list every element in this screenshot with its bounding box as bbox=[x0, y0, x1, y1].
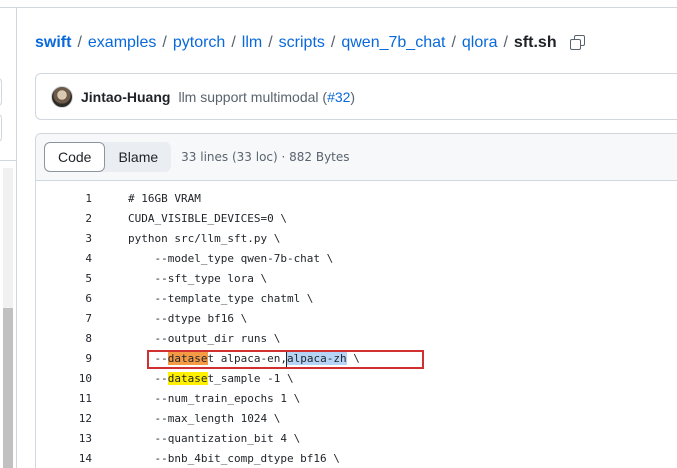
top-header-band bbox=[0, 0, 677, 8]
commit-author[interactable]: Jintao-Huang bbox=[81, 89, 170, 105]
line-number[interactable]: 1 bbox=[36, 189, 92, 209]
code-text: t alpaca-en, bbox=[207, 352, 287, 365]
breadcrumb-separator: / bbox=[162, 34, 167, 51]
breadcrumb-separator: / bbox=[330, 34, 336, 51]
code-line: 13 --quantization_bit 4 \ bbox=[36, 429, 677, 449]
code-line: 8 --output_dir runs \ bbox=[36, 329, 677, 349]
commit-message-text[interactable]: llm support multimodal ( bbox=[178, 89, 327, 105]
breadcrumb-item-scripts[interactable]: scripts bbox=[279, 34, 325, 52]
breadcrumb-separator: / bbox=[503, 34, 508, 51]
code-line: 3 python src/llm_sft.py \ bbox=[36, 229, 677, 249]
tab-blame[interactable]: Blame bbox=[105, 142, 171, 172]
line-number[interactable]: 7 bbox=[36, 309, 92, 329]
line-content: CUDA_VISIBLE_DEVICES=0 \ bbox=[128, 212, 287, 225]
commit-message-end: ) bbox=[350, 88, 356, 105]
breadcrumb-separator: / bbox=[268, 34, 273, 51]
line-content: --template_type chatml \ bbox=[128, 292, 314, 305]
line-number[interactable]: 8 bbox=[36, 329, 92, 349]
code-line: 6 --template_type chatml \ bbox=[36, 289, 677, 309]
copy-path-icon[interactable] bbox=[569, 34, 587, 52]
code-line: 10 --dataset_sample -1 \ bbox=[36, 369, 677, 389]
code-line: 4 --model_type qwen-7b-chat \ bbox=[36, 249, 677, 269]
code-line: 11 --num_train_epochs 1 \ bbox=[36, 389, 677, 409]
code-text: t_sample -1 \ bbox=[207, 372, 294, 385]
view-toggle: Code Blame bbox=[44, 142, 172, 172]
line-number[interactable]: 2 bbox=[36, 209, 92, 229]
breadcrumb-item-qlora[interactable]: qlora bbox=[462, 34, 498, 52]
line-content: --dataset alpaca-en,alpaca-zh \ bbox=[128, 349, 360, 369]
breadcrumb-item-pytorch[interactable]: pytorch bbox=[173, 34, 225, 52]
breadcrumb-item-examples[interactable]: examples bbox=[88, 34, 156, 52]
latest-commit-bar: Jintao-Huang llm support multimodal (#32… bbox=[35, 73, 677, 120]
code-line: 1 # 16GB VRAM bbox=[36, 189, 677, 209]
text-selection: alpaca-zh bbox=[286, 352, 347, 365]
line-number[interactable]: 3 bbox=[36, 229, 92, 249]
search-match: datase bbox=[167, 352, 208, 365]
line-number[interactable]: 12 bbox=[36, 409, 92, 429]
file-meta: 33 lines (33 loc) · 882 Bytes bbox=[181, 150, 350, 164]
divider bbox=[0, 160, 17, 161]
breadcrumb-separator: / bbox=[77, 34, 82, 51]
code-text: -- bbox=[128, 372, 168, 385]
line-content: --quantization_bit 4 \ bbox=[128, 432, 301, 445]
left-sidebar-edge bbox=[0, 8, 17, 468]
code-line: 9 --dataset alpaca-en,alpaca-zh \ bbox=[36, 349, 677, 369]
breadcrumb-current-file: sft.sh bbox=[513, 34, 557, 51]
code-line: 7 --dtype bf16 \ bbox=[36, 309, 677, 329]
line-number[interactable]: 13 bbox=[36, 429, 92, 449]
code-text: -- bbox=[128, 352, 168, 365]
tab-code[interactable]: Code bbox=[44, 142, 106, 172]
code-line: 2 CUDA_VISIBLE_DEVICES=0 \ bbox=[36, 209, 677, 229]
breadcrumb-separator: / bbox=[231, 34, 236, 51]
breadcrumb-separator: / bbox=[451, 34, 456, 51]
line-content: --output_dir runs \ bbox=[128, 332, 281, 345]
file-header: Code Blame 33 lines (33 loc) · 882 Bytes bbox=[36, 134, 677, 181]
code-text: \ bbox=[346, 352, 360, 365]
line-number[interactable]: 4 bbox=[36, 249, 92, 269]
line-number[interactable]: 11 bbox=[36, 389, 92, 409]
code-line: 5 --sft_type lora \ bbox=[36, 269, 677, 289]
line-content: # 16GB VRAM bbox=[128, 192, 201, 205]
breadcrumb-item-qwen-7b-chat[interactable]: qwen_7b_chat bbox=[341, 34, 445, 52]
breadcrumb-item-llm[interactable]: llm bbox=[242, 34, 262, 52]
scrollbar-thumb[interactable] bbox=[3, 308, 13, 468]
commit-pr-link[interactable]: #32 bbox=[327, 89, 350, 105]
avatar[interactable] bbox=[51, 85, 73, 108]
search-match: datase bbox=[167, 372, 208, 385]
sidebar-control[interactable] bbox=[0, 78, 2, 106]
line-content: python src/llm_sft.py \ bbox=[128, 232, 281, 245]
code-line: 12 --max_length 1024 \ bbox=[36, 409, 677, 429]
line-content: --sft_type lora \ bbox=[128, 272, 268, 285]
line-content: --model_type qwen-7b-chat \ bbox=[128, 252, 334, 265]
line-number[interactable]: 6 bbox=[36, 289, 92, 309]
line-number[interactable]: 14 bbox=[36, 449, 92, 468]
sidebar-control[interactable] bbox=[0, 114, 2, 142]
line-number[interactable]: 10 bbox=[36, 369, 92, 389]
breadcrumb: swift / examples / pytorch / llm / scrip… bbox=[35, 32, 587, 54]
line-content: --dataset_sample -1 \ bbox=[128, 369, 294, 389]
line-number[interactable]: 9 bbox=[36, 349, 92, 369]
code-line: 14 --bnb_4bit_comp_dtype bf16 \ bbox=[36, 449, 677, 468]
breadcrumb-item-swift[interactable]: swift bbox=[35, 34, 71, 52]
line-content: --num_train_epochs 1 \ bbox=[128, 392, 301, 405]
line-content: --bnb_4bit_comp_dtype bf16 \ bbox=[128, 452, 340, 465]
line-content: --dtype bf16 \ bbox=[128, 312, 248, 325]
commit-message[interactable]: llm support multimodal (#32) bbox=[178, 89, 355, 105]
line-content: --max_length 1024 \ bbox=[128, 412, 281, 425]
line-number[interactable]: 5 bbox=[36, 269, 92, 289]
file-viewer: Code Blame 33 lines (33 loc) · 882 Bytes… bbox=[35, 133, 677, 468]
